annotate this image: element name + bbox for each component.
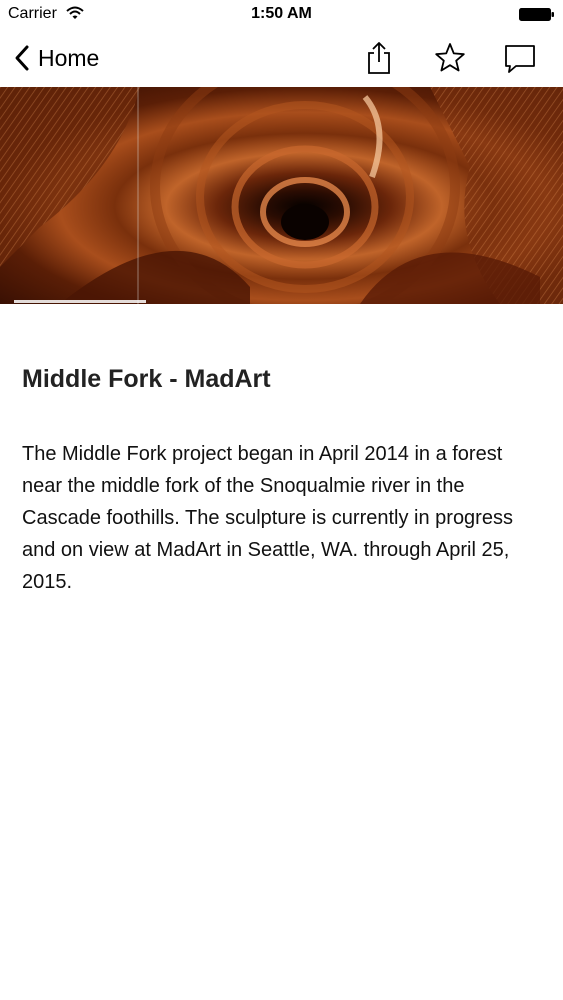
back-button[interactable]: Home — [14, 40, 99, 76]
status-bar: Carrier 1:50 AM — [0, 0, 563, 30]
article-title: Middle Fork - MadArt — [22, 365, 271, 393]
chevron-left-icon — [15, 45, 29, 71]
article-body: The Middle Fork project began in April 2… — [22, 443, 513, 593]
star-icon[interactable] — [433, 40, 467, 76]
clock-label: 1:50 AM — [251, 5, 312, 22]
back-button-label: Home — [38, 44, 100, 71]
battery-icon — [519, 8, 554, 21]
comment-icon[interactable] — [503, 40, 537, 76]
share-icon[interactable] — [362, 40, 396, 76]
article: Middle Fork - MadArt The Middle Fork pro… — [22, 362, 547, 598]
navigation-bar: Home — [0, 30, 563, 87]
sculpture-photo — [0, 87, 563, 304]
hero-image — [0, 87, 563, 304]
